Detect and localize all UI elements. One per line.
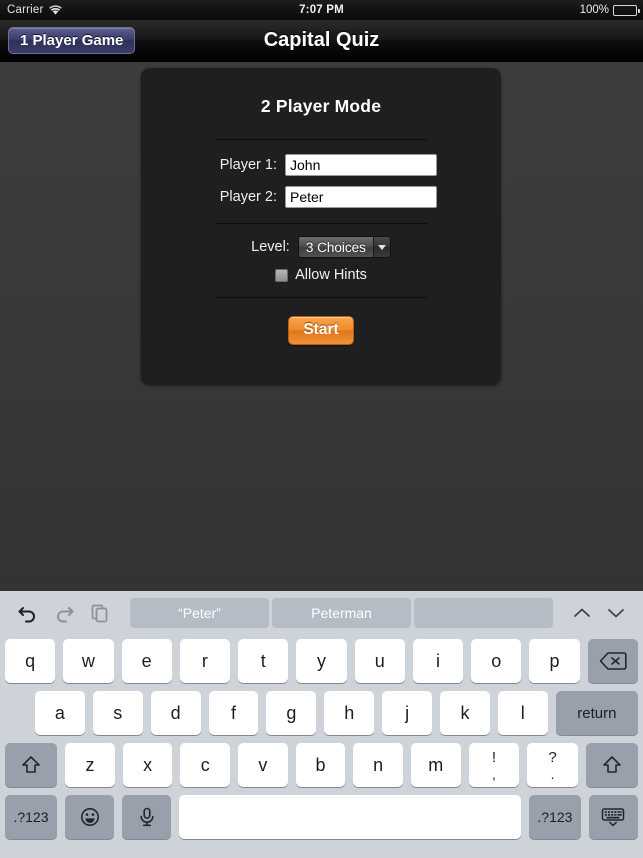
key-comma-bottom: ,	[491, 765, 496, 782]
divider-middle	[215, 223, 427, 224]
redo-icon[interactable]	[46, 598, 82, 628]
key-v[interactable]: v	[238, 743, 288, 787]
player-1-row: Player 1:	[141, 154, 501, 176]
suggestion-0[interactable]: “Peter”	[130, 598, 269, 628]
key-c[interactable]: c	[180, 743, 231, 787]
key-t[interactable]: t	[238, 639, 289, 683]
suggestion-1[interactable]: Peterman	[272, 598, 411, 628]
on-screen-keyboard: “Peter” Peterman q w e r t y u i o p a s…	[0, 591, 643, 858]
key-b[interactable]: b	[295, 743, 346, 787]
chevron-down-icon-toolbar[interactable]	[599, 598, 633, 628]
divider-bottom	[215, 297, 427, 298]
key-y[interactable]: y	[296, 639, 347, 683]
two-player-mode-panel: 2 Player Mode Player 1: Player 2: Level:…	[141, 68, 501, 385]
key-j[interactable]: j	[382, 691, 433, 735]
paste-icon[interactable]	[82, 598, 118, 628]
undo-icon[interactable]	[10, 598, 46, 628]
key-z[interactable]: z	[65, 743, 115, 787]
player-2-input[interactable]	[285, 186, 437, 208]
key-o[interactable]: o	[471, 639, 522, 683]
level-selected-value: 3 Choices	[298, 237, 373, 257]
key-i[interactable]: i	[412, 639, 464, 683]
dialog-title: 2 Player Mode	[260, 96, 382, 116]
allow-hints-row[interactable]: Allow Hints	[141, 267, 501, 283]
suggestion-2[interactable]	[414, 598, 553, 628]
key-a[interactable]: a	[35, 691, 85, 735]
back-button-1-player-game[interactable]: 1 Player Game	[8, 27, 136, 54]
keyboard-toolbar: “Peter” Peterman	[0, 591, 643, 635]
player-1-label: Player 1:	[219, 157, 277, 173]
backspace-icon[interactable]	[587, 639, 638, 683]
start-button-container: Start	[141, 316, 501, 345]
key-x[interactable]: x	[122, 743, 173, 787]
key-d[interactable]: d	[150, 691, 201, 735]
key-p[interactable]: p	[529, 639, 580, 683]
key-period-bottom: .	[550, 765, 555, 782]
start-button[interactable]: Start	[288, 316, 354, 345]
key-w[interactable]: w	[63, 639, 114, 683]
status-bar-right: 100%	[579, 4, 640, 16]
key-q[interactable]: q	[5, 639, 56, 683]
key-u[interactable]: u	[354, 639, 405, 683]
chevron-down-icon	[372, 237, 390, 257]
player-2-label: Player 2:	[219, 189, 277, 205]
status-bar: Carrier 7:07 PM 100%	[0, 0, 643, 20]
key-f[interactable]: f	[208, 691, 259, 735]
key-m[interactable]: m	[410, 743, 461, 787]
shift-icon-left[interactable]	[5, 743, 58, 787]
battery-full-icon	[613, 4, 640, 16]
key-r[interactable]: r	[179, 639, 231, 683]
space-key[interactable]	[179, 795, 521, 839]
level-row: Level: 3 Choices	[141, 236, 501, 258]
navigation-bar: 1 Player Game Capital Quiz	[0, 20, 643, 62]
app-content-area: 2 Player Mode Player 1: Player 2: Level:…	[0, 62, 643, 591]
keyboard-row-1: q w e r t y u i o p	[0, 635, 643, 687]
shift-icon-right[interactable]	[585, 743, 639, 787]
numeric-mode-key-left[interactable]: .?123	[5, 795, 57, 839]
keyboard-row-2: a s d f g h j k l return	[0, 687, 643, 739]
level-select[interactable]: 3 Choices	[297, 236, 391, 258]
status-bar-time: 7:07 PM	[299, 4, 344, 16]
chevron-up-icon[interactable]	[565, 598, 599, 628]
key-exclamation-top: !	[491, 748, 497, 766]
key-exclamation-comma[interactable]: ! ,	[468, 743, 520, 787]
key-g[interactable]: g	[266, 691, 317, 735]
microphone-icon[interactable]	[122, 795, 172, 839]
keyboard-row-4: .?123 .?123	[0, 791, 643, 843]
key-e[interactable]: e	[121, 639, 172, 683]
dismiss-keyboard-icon[interactable]	[588, 795, 638, 839]
battery-percent-label: 100%	[579, 4, 609, 16]
numeric-mode-key-right[interactable]: .?123	[528, 795, 581, 839]
allow-hints-label: Allow Hints	[295, 267, 367, 283]
key-l[interactable]: l	[497, 691, 548, 735]
key-h[interactable]: h	[324, 691, 375, 735]
key-k[interactable]: k	[440, 691, 490, 735]
key-n[interactable]: n	[353, 743, 403, 787]
suggestion-bar: “Peter” Peterman	[130, 598, 553, 628]
emoji-icon[interactable]	[64, 795, 115, 839]
level-label: Level:	[251, 239, 290, 255]
allow-hints-checkbox[interactable]	[275, 268, 289, 282]
player-2-row: Player 2:	[141, 186, 501, 208]
return-key[interactable]: return	[555, 691, 638, 735]
key-question-period[interactable]: ? .	[527, 743, 578, 787]
divider-top	[215, 139, 427, 140]
key-s[interactable]: s	[92, 691, 143, 735]
key-question-top: ?	[548, 748, 557, 766]
player-1-input[interactable]	[285, 154, 437, 176]
keyboard-row-3: z x c v b n m ! , ? .	[0, 739, 643, 791]
